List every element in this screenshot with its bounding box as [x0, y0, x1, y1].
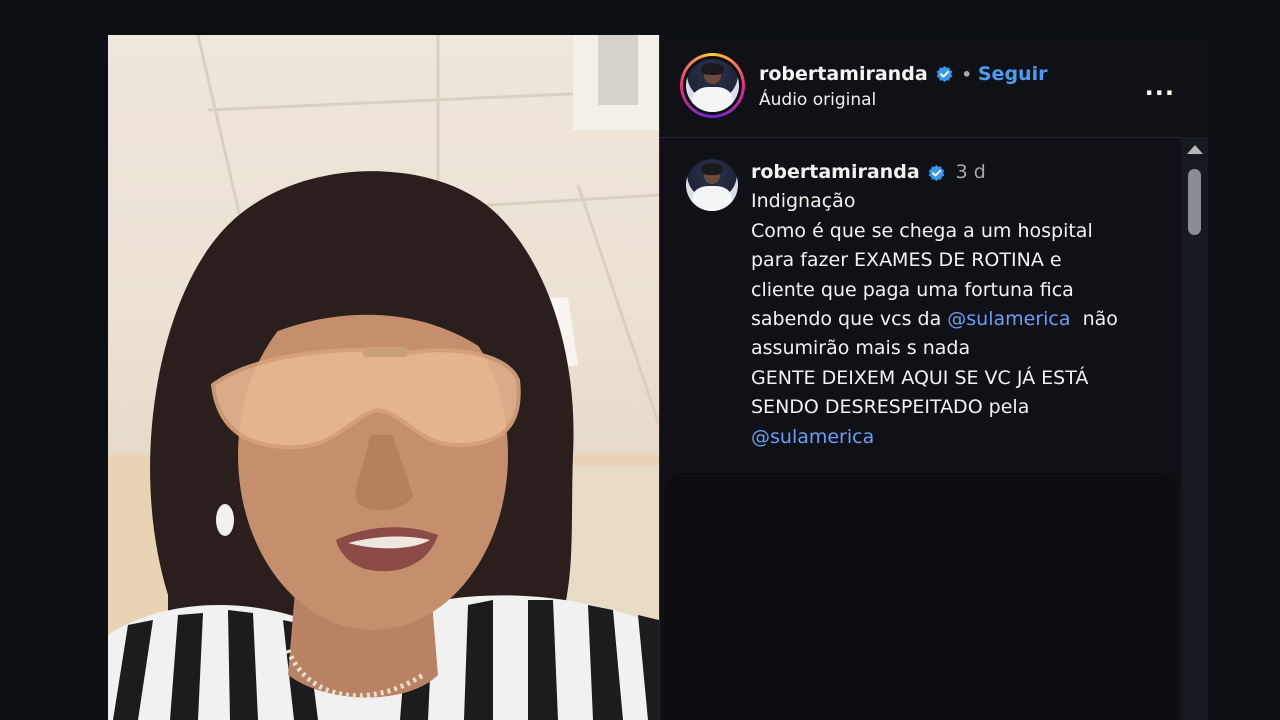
caption-timestamp[interactable]: 3 d [956, 158, 986, 187]
caption-text: sabendo que vcs da [751, 308, 948, 331]
caption-header: robertamiranda 3 d [751, 158, 1171, 187]
comments-area: robertamiranda 3 d Indignação Como é que… [660, 138, 1208, 720]
caption-author-username[interactable]: robertamiranda [751, 158, 920, 187]
caption-text: não [1070, 308, 1118, 331]
caption-line: cliente que paga uma fortuna fica [751, 278, 1074, 301]
loading-placeholder [665, 473, 1177, 720]
post-header: robertamiranda • Seguir Áudio original .… [660, 35, 1208, 138]
video-frame [108, 35, 659, 720]
author-avatar[interactable] [686, 59, 739, 112]
verified-badge-icon [935, 65, 954, 84]
post-modal: robertamiranda • Seguir Áudio original .… [108, 35, 1208, 720]
author-username[interactable]: robertamiranda [759, 63, 928, 85]
scroll-thumb[interactable] [1188, 169, 1201, 235]
reel-video[interactable] [108, 35, 659, 720]
follow-button[interactable]: Seguir [978, 63, 1048, 85]
more-options-icon[interactable]: ... [1145, 73, 1175, 101]
mention-link[interactable]: @sulamerica [947, 308, 1070, 330]
caption-body: robertamiranda 3 d Indignação Como é que… [751, 158, 1171, 452]
caption-line: SENDO DESRESPEITADO pela [751, 396, 1030, 419]
caption-author-avatar[interactable] [686, 159, 738, 211]
caption-line: sabendo que vcs da @sulamerica não [751, 305, 1171, 334]
caption-line: GENTE DEIXEM AQUI SE VC JÁ ESTÁ [751, 366, 1089, 389]
post-side-panel: robertamiranda • Seguir Áudio original .… [659, 35, 1208, 720]
caption-line: @sulamerica [751, 423, 1171, 452]
verified-badge-icon [927, 163, 946, 182]
scroll-up-arrow-icon[interactable] [1187, 145, 1203, 154]
mention-link[interactable]: @sulamerica [751, 426, 874, 448]
caption-line: assumirão mais s nada [751, 337, 971, 360]
audio-link[interactable]: Áudio original [759, 90, 876, 110]
caption-line: Indignação [751, 190, 856, 213]
caption-line: Como é que se chega a um hospital [751, 219, 1093, 242]
scrollbar[interactable] [1181, 137, 1208, 720]
caption-line: para fazer EXAMES DE ROTINA e [751, 249, 1062, 272]
separator-dot: • [961, 64, 972, 84]
author-row: robertamiranda • Seguir [759, 63, 1047, 85]
